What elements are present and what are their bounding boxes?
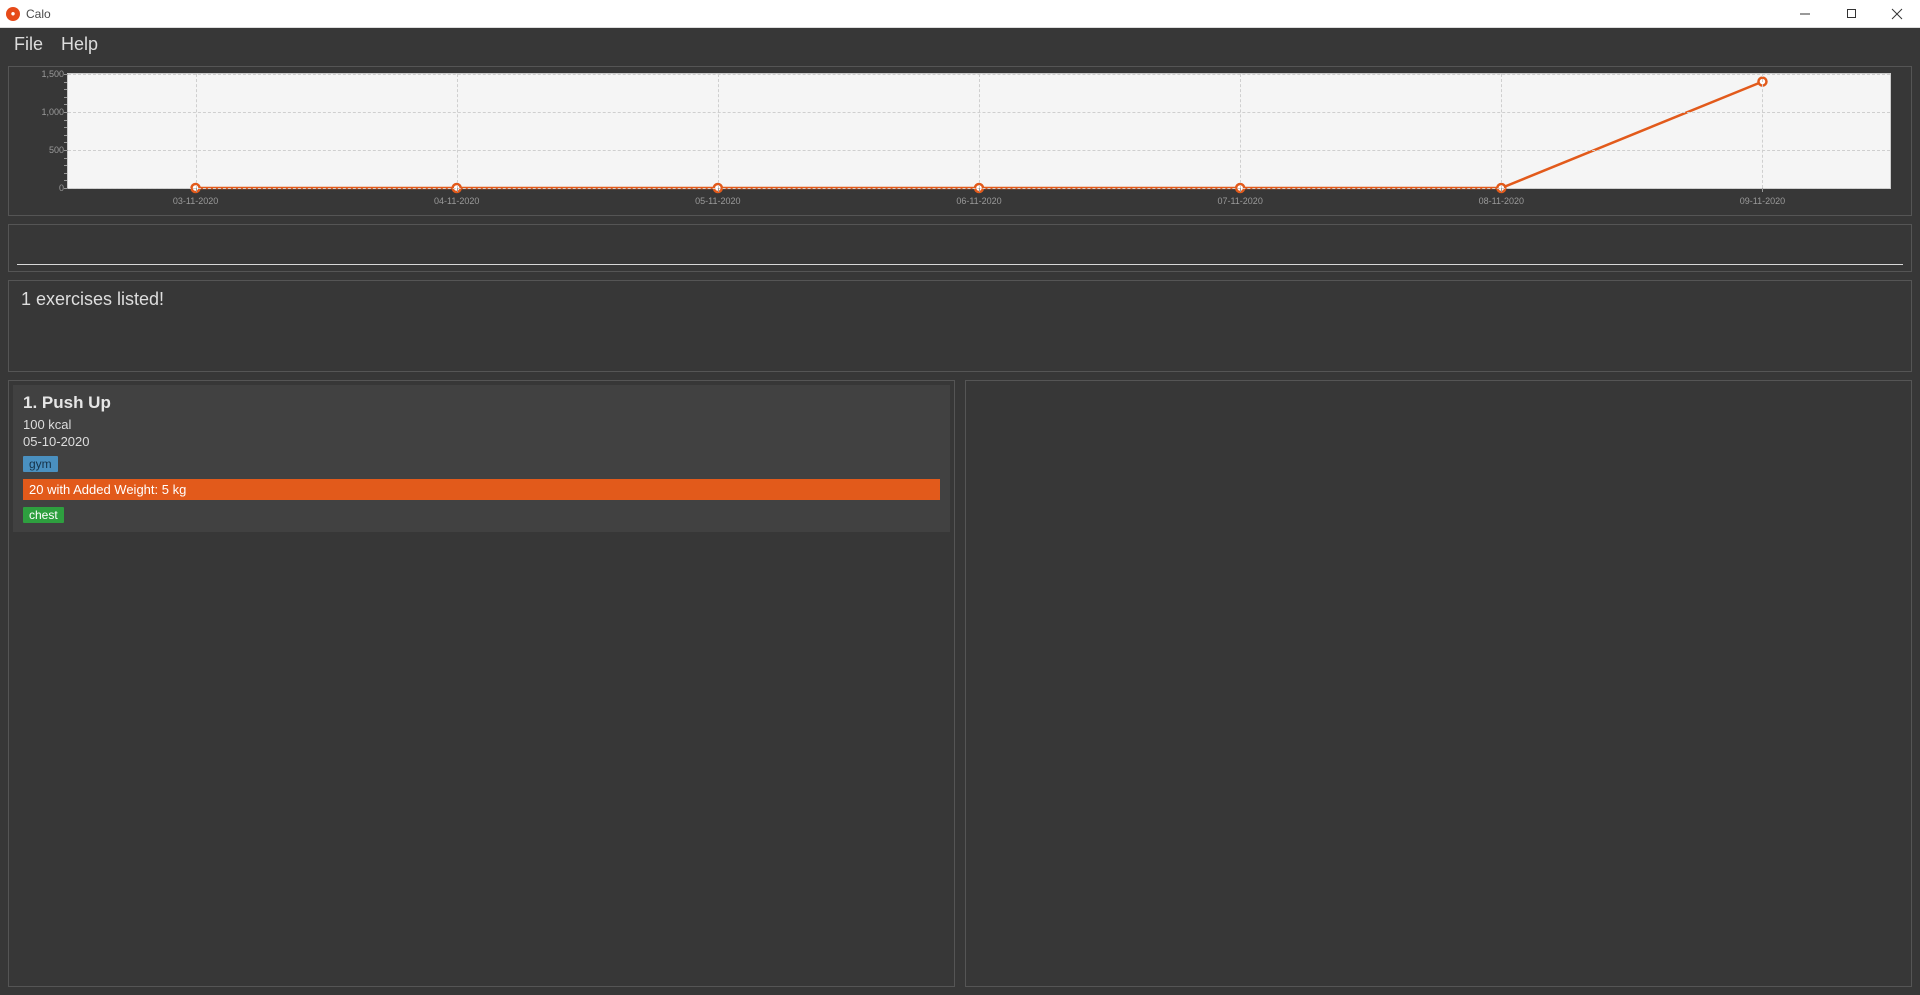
exercise-calories: 100 kcal <box>23 417 940 432</box>
chart-x-tick-label: 09-11-2020 <box>1740 196 1785 206</box>
chart-x-tick-label: 06-11-2020 <box>956 196 1001 206</box>
exercise-muscle-tag: chest <box>23 507 64 523</box>
exercise-title: 1. Push Up <box>23 393 940 413</box>
window-controls <box>1782 0 1920 28</box>
chart-x-tick-label: 04-11-2020 <box>434 196 479 206</box>
menu-file[interactable]: File <box>14 34 43 55</box>
menubar: File Help <box>0 28 1920 60</box>
result-message: 1 exercises listed! <box>21 289 164 309</box>
window-title: Calo <box>26 7 51 21</box>
exercise-list-panel[interactable]: 1. Push Up 100 kcal 05-10-2020 gym 20 with A… <box>8 380 955 987</box>
right-list-panel[interactable] <box>965 380 1912 987</box>
window-titlebar: ● Calo <box>0 0 1920 28</box>
maximize-button[interactable] <box>1828 0 1874 28</box>
titlebar-left: ● Calo <box>6 7 51 21</box>
maximize-icon <box>1846 8 1857 19</box>
exercise-card[interactable]: 1. Push Up 100 kcal 05-10-2020 gym 20 with A… <box>13 385 950 532</box>
command-input[interactable] <box>17 235 1903 265</box>
chart-x-tick-label: 05-11-2020 <box>695 196 740 206</box>
menu-help[interactable]: Help <box>61 34 98 55</box>
exercise-sets: 20 with Added Weight: 5 kg <box>23 479 940 500</box>
close-icon <box>1891 8 1903 20</box>
chart-y-tick-label: 1,000 <box>38 107 64 117</box>
app-root: File Help 0 500 1,000 1,500 03-11-2020 04-11-… <box>0 28 1920 995</box>
chart-y-tick-label: 1,500 <box>38 69 64 79</box>
chart-x-tick-label: 07-11-2020 <box>1217 196 1262 206</box>
minimize-button[interactable] <box>1782 0 1828 28</box>
exercise-date: 05-10-2020 <box>23 434 940 449</box>
chart-y-tick-label: 500 <box>38 145 64 155</box>
exercise-location-tag: gym <box>23 456 58 472</box>
chart-x-tick-label: 03-11-2020 <box>173 196 218 206</box>
minimize-icon <box>1799 8 1811 20</box>
app-icon: ● <box>6 7 20 21</box>
chart-plot-area: 05001,0001,50003-11-202004-11-202005-11-… <box>67 73 1891 189</box>
result-panel: 1 exercises listed! <box>8 280 1912 372</box>
lists-area: 1. Push Up 100 kcal 05-10-2020 gym 20 with A… <box>0 380 1920 995</box>
command-panel <box>8 224 1912 272</box>
chart-x-tick-label: 08-11-2020 <box>1479 196 1524 206</box>
chart-y-tick-label: 0 <box>38 183 64 193</box>
close-button[interactable] <box>1874 0 1920 28</box>
chart-panel: 0 500 1,000 1,500 03-11-2020 04-11-2020 05-11-… <box>8 66 1912 216</box>
